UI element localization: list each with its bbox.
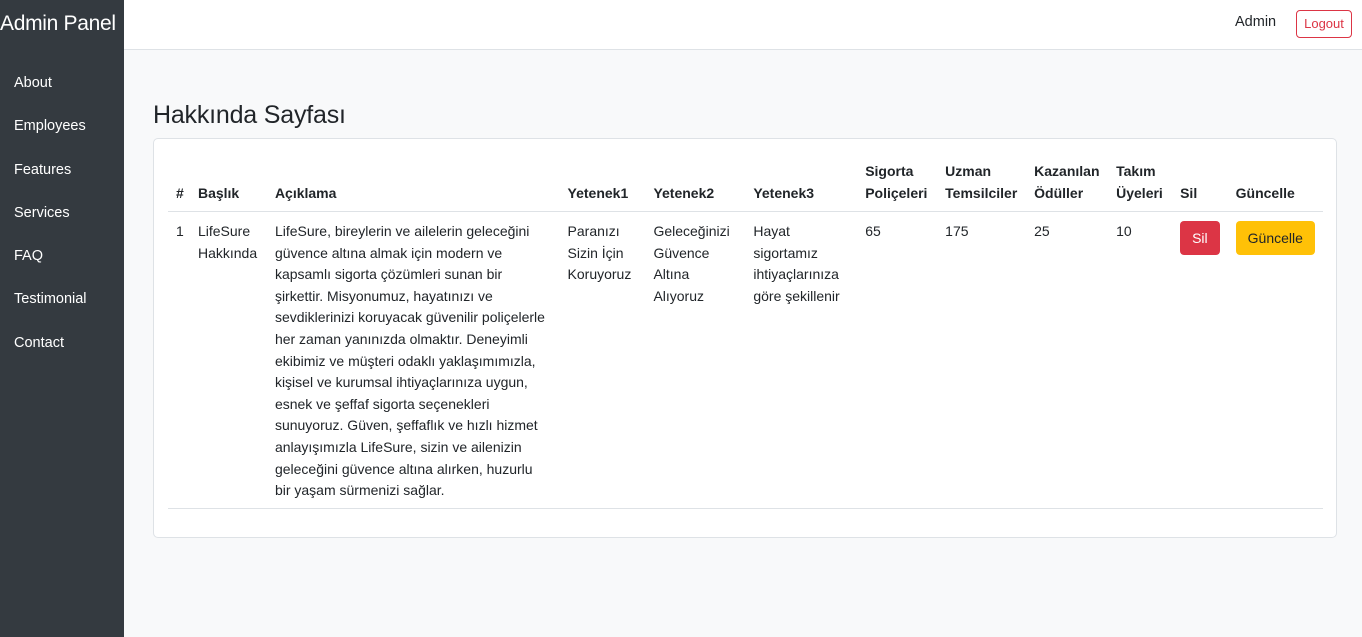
column-header-team: Takım Üyeleri: [1108, 157, 1173, 212]
column-header-update: Güncelle: [1227, 157, 1323, 212]
sidebar-item-testimonial[interactable]: Testimonial: [0, 278, 124, 321]
sidebar-item-about[interactable]: About: [0, 62, 124, 105]
cell-delete: Sil: [1172, 211, 1228, 509]
top-navbar: Admin Logout: [124, 0, 1362, 50]
column-header-policies: Sigorta Poliçeleri: [857, 157, 938, 212]
cell-awards: 25: [1026, 211, 1109, 509]
about-table: # Başlık Açıklama Yetenek1 Yetenek2 Yete…: [168, 157, 1323, 509]
column-header-experts: Uzman Temsilciler: [937, 157, 1027, 212]
about-table-card: # Başlık Açıklama Yetenek1 Yetenek2 Yete…: [153, 138, 1337, 538]
column-header-delete: Sil: [1172, 157, 1228, 212]
page-title: Hakkında Sayfası: [153, 101, 346, 129]
sidebar-nav: About Employees Features Services FAQ Te…: [0, 62, 124, 365]
column-header-skill2: Yetenek2: [645, 157, 746, 212]
column-header-description: Açıklama: [266, 157, 560, 212]
table-row: 1 LifeSure Hakkında LifeSure, bireylerin…: [168, 211, 1323, 509]
cell-experts: 175: [937, 211, 1027, 509]
sidebar: Admin Panel About Employees Features Ser…: [0, 0, 124, 637]
logout-button[interactable]: Logout: [1296, 10, 1352, 38]
sidebar-item-services[interactable]: Services: [0, 192, 124, 235]
cell-index: 1: [168, 211, 190, 509]
user-name: Admin: [1235, 14, 1277, 30]
column-header-skill3: Yetenek3: [745, 157, 858, 212]
sidebar-item-employees[interactable]: Employees: [0, 105, 124, 148]
column-header-title: Başlık: [189, 157, 267, 212]
table-header-row: # Başlık Açıklama Yetenek1 Yetenek2 Yete…: [168, 157, 1323, 212]
column-header-awards: Kazanılan Ödüller: [1026, 157, 1109, 212]
sidebar-item-faq[interactable]: FAQ: [0, 235, 124, 278]
sidebar-item-features[interactable]: Features: [0, 149, 124, 192]
column-header-index: #: [168, 157, 190, 212]
cell-update: Güncelle: [1227, 211, 1323, 509]
column-header-skill1: Yetenek1: [559, 157, 646, 212]
cell-title: LifeSure Hakkında: [189, 211, 267, 509]
cell-description: LifeSure, bireylerin ve ailelerin gelece…: [266, 211, 560, 509]
delete-button[interactable]: Sil: [1180, 221, 1220, 255]
cell-skill3: Hayat sigortamız ihtiyaçlarınıza göre şe…: [745, 211, 858, 509]
cell-skill2: Geleceğinizi Güvence Altına Alıyoruz: [645, 211, 746, 509]
brand-title[interactable]: Admin Panel: [0, 12, 116, 36]
update-button[interactable]: Güncelle: [1235, 221, 1315, 255]
cell-team: 10: [1108, 211, 1173, 509]
cell-skill1: Paranızı Sizin İçin Koruyoruz: [559, 211, 646, 509]
sidebar-item-contact[interactable]: Contact: [0, 322, 124, 365]
cell-policies: 65: [857, 211, 938, 509]
